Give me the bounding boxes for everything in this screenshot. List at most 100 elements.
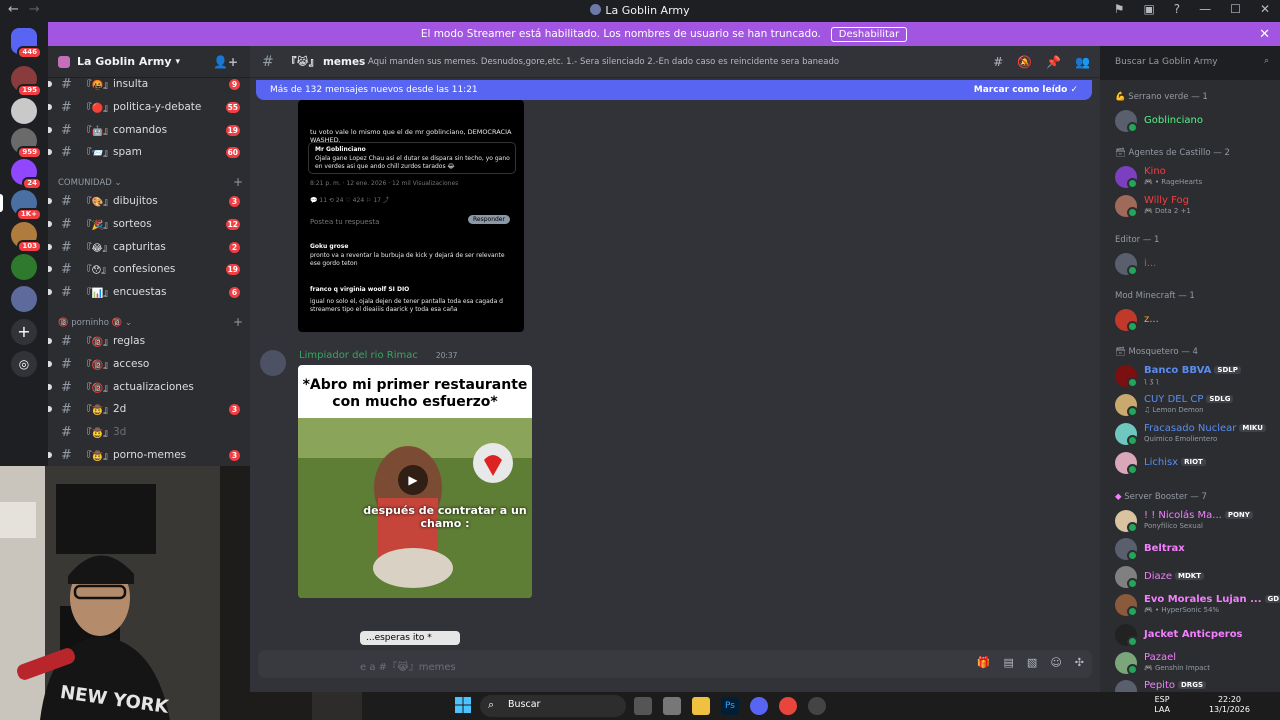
channel-name: acceso xyxy=(113,358,150,370)
avatar xyxy=(1115,166,1138,189)
threads-icon[interactable]: # xyxy=(993,55,1003,69)
server-icon[interactable] xyxy=(11,286,37,312)
minimize-icon[interactable]: — xyxy=(1199,2,1211,16)
direct-messages-icon[interactable]: 446 xyxy=(11,28,42,59)
maximize-icon[interactable]: ☐ xyxy=(1230,2,1241,16)
channel-item-3d[interactable]: # 『🤠』 3d xyxy=(48,422,250,442)
inbox-flag-icon[interactable]: ⚑ xyxy=(1114,2,1125,16)
tweet-screenshot-attachment[interactable]: tu voto vale lo mismo que el de mr gobli… xyxy=(298,100,524,332)
clock[interactable]: 22:20 13/1/2026 xyxy=(1209,695,1250,715)
channel-item-sorteos[interactable]: # 『🎉』 sorteos 12 xyxy=(48,214,250,234)
twitch-server-icon[interactable]: 24 xyxy=(11,159,42,190)
member-item[interactable]: i... xyxy=(1115,253,1275,277)
member-item[interactable]: Goblinciano xyxy=(1115,110,1275,134)
avatar xyxy=(1115,309,1138,332)
close-banner-icon[interactable]: ✕ xyxy=(1259,27,1270,42)
channel-item-porno-memes[interactable]: # 『🤠』 porno-memes 3 xyxy=(48,445,250,465)
member-item[interactable]: Fracasado Nuclear MIKU Quimico Emolientero xyxy=(1115,423,1275,447)
member-item[interactable]: Diaze MDKT xyxy=(1115,566,1275,590)
server-icon[interactable]: 103 xyxy=(11,222,42,253)
hash-icon: # xyxy=(61,216,72,232)
add-channel-icon[interactable]: + xyxy=(233,315,243,329)
channel-item-actualizaciones[interactable]: # 『🔞』 actualizaciones xyxy=(48,377,250,397)
channel-item-politica[interactable]: # 『🔴』 politica-y-debate 55 xyxy=(48,97,250,117)
server-icon[interactable]: 959 xyxy=(11,128,42,159)
taskbar-search[interactable]: ⌕ Buscar xyxy=(480,695,626,717)
invite-people-icon[interactable]: 👤+ xyxy=(213,55,238,69)
sticker-icon[interactable]: ▧ xyxy=(1027,656,1037,669)
screen-icon[interactable]: ▣ xyxy=(1143,2,1154,16)
apps-icon[interactable]: ✣ xyxy=(1075,656,1084,669)
help-icon[interactable]: ? xyxy=(1174,2,1180,16)
avatar[interactable] xyxy=(260,350,286,376)
search-input[interactable]: Buscar La Goblin Army ⌕ xyxy=(1110,53,1275,71)
keyboard-layout: LAA xyxy=(1154,705,1170,714)
category-comunidad[interactable]: COMUNIDAD ⌄ + xyxy=(58,175,243,189)
category-porninho[interactable]: 🔞 porninho 🔞 ⌄ + xyxy=(58,315,243,329)
channel-item-reglas[interactable]: # 『🔞』 reglas xyxy=(48,331,250,351)
language-indicator[interactable]: ESP LAA xyxy=(1154,695,1170,715)
member-item[interactable]: ! ! Nicolás Ma... PONY Ponyfilico Sexual xyxy=(1115,510,1275,534)
next-attachment-preview[interactable]: ...esperas ito * xyxy=(360,631,460,645)
member-name: Fracasado Nuclear MIKU xyxy=(1144,423,1266,434)
channel-item-comandos[interactable]: # 『🤖』 comandos 19 xyxy=(48,120,250,140)
windows-start-icon[interactable] xyxy=(455,697,471,713)
channel-topic[interactable]: Aqui manden sus memes. Desnudos,gore,etc… xyxy=(368,57,839,67)
channel-item-2d[interactable]: # 『🤠』 2d 3 xyxy=(48,399,250,419)
member-item[interactable]: Banco BBVA SDLP ʅ ʒ ʅ xyxy=(1115,365,1275,389)
chrome-icon[interactable] xyxy=(779,697,797,715)
app-icon[interactable] xyxy=(808,697,826,715)
disable-streamer-button[interactable]: Deshabilitar xyxy=(830,26,908,42)
member-item[interactable]: Kino 🎮 • RageHearts xyxy=(1115,166,1275,190)
add-server-icon[interactable]: + xyxy=(11,319,37,345)
discord-icon[interactable] xyxy=(750,697,768,715)
close-window-icon[interactable]: ✕ xyxy=(1260,2,1270,16)
member-item[interactable]: Jacket Anticperos xyxy=(1115,624,1275,648)
hash-icon: # xyxy=(61,239,72,255)
member-item[interactable]: Lichisx RIOT xyxy=(1115,452,1275,476)
app-icon[interactable] xyxy=(663,697,681,715)
hash-icon: # xyxy=(61,379,72,395)
member-item[interactable]: Beltrax xyxy=(1115,538,1275,562)
emoji-icon[interactable]: ☺ xyxy=(1050,656,1061,669)
server-boost-icon xyxy=(58,55,70,68)
member-item[interactable]: z... xyxy=(1115,309,1275,333)
server-icon[interactable]: 195 xyxy=(11,66,42,97)
new-messages-bar[interactable]: Más de 132 mensajes nuevos desde las 11:… xyxy=(256,80,1092,100)
task-view-icon[interactable] xyxy=(634,697,652,715)
discover-icon[interactable]: ◎ xyxy=(11,351,37,377)
message-composer[interactable]: e a #『😹』memes 🎁 ▤ ▧ ☺ ✣ xyxy=(258,650,1092,678)
member-item[interactable]: CUY DEL CP SDLG ♫ Lemon Demon xyxy=(1115,394,1275,418)
channel-item-capturitas[interactable]: # 『😂』 capturitas 2 xyxy=(48,237,250,257)
member-item[interactable]: Pazael 🎮 Genshin Impact xyxy=(1115,652,1275,676)
gift-icon[interactable]: 🎁 xyxy=(977,656,991,669)
pinned-icon[interactable]: 📌 xyxy=(1046,55,1061,69)
add-channel-icon[interactable]: + xyxy=(233,175,243,189)
member-list-icon[interactable]: 👥 xyxy=(1075,55,1090,69)
channel-item-spam[interactable]: # 『📨』 spam 60 xyxy=(48,142,250,162)
gif-icon[interactable]: ▤ xyxy=(1004,656,1014,669)
server-icon[interactable] xyxy=(11,254,37,280)
message-author[interactable]: Limpiador del rio Rimac 20:37 xyxy=(299,350,457,361)
server-icon[interactable]: 1K+ xyxy=(0,190,42,221)
play-icon[interactable]: ▶ xyxy=(398,465,428,495)
mark-as-read-button[interactable]: Marcar como leído ✓ xyxy=(974,85,1078,95)
member-item[interactable]: Evo Morales Lujan ... GD 🎮 • HyperSonic 54… xyxy=(1115,594,1280,618)
mute-bell-icon[interactable]: 🔕 xyxy=(1017,55,1032,69)
unread-indicator xyxy=(48,149,52,155)
channel-item-acceso[interactable]: # 『🔞』 acceso xyxy=(48,354,250,374)
member-item[interactable]: Pepito DRGS xyxy=(1115,680,1275,692)
channel-item-dibujitos[interactable]: # 『🎨』 dibujitos 3 xyxy=(48,191,250,211)
server-icon[interactable] xyxy=(11,98,37,124)
group-title: Agentes de Castillo — 2 xyxy=(1128,148,1230,158)
channel-item-encuestas[interactable]: # 『📊』 encuestas 6 xyxy=(48,282,250,302)
file-explorer-icon[interactable] xyxy=(692,697,710,715)
member-name: CUY DEL CP SDLG xyxy=(1144,394,1234,405)
member-name-text: CUY DEL CP xyxy=(1144,394,1204,405)
photoshop-icon[interactable]: Ps xyxy=(721,697,739,715)
channel-emoji: 『🤖』 xyxy=(82,126,113,137)
video-attachment[interactable]: *Abro mi primer restaurante con mucho es… xyxy=(298,365,532,598)
member-item[interactable]: Willy Fog 🎮 Dota 2 +1 xyxy=(1115,195,1275,219)
channel-item-insulta[interactable]: # 『🤬』 insulta 9 xyxy=(48,74,250,94)
channel-item-confesiones[interactable]: # 『😯』 confesiones 19 xyxy=(48,259,250,279)
